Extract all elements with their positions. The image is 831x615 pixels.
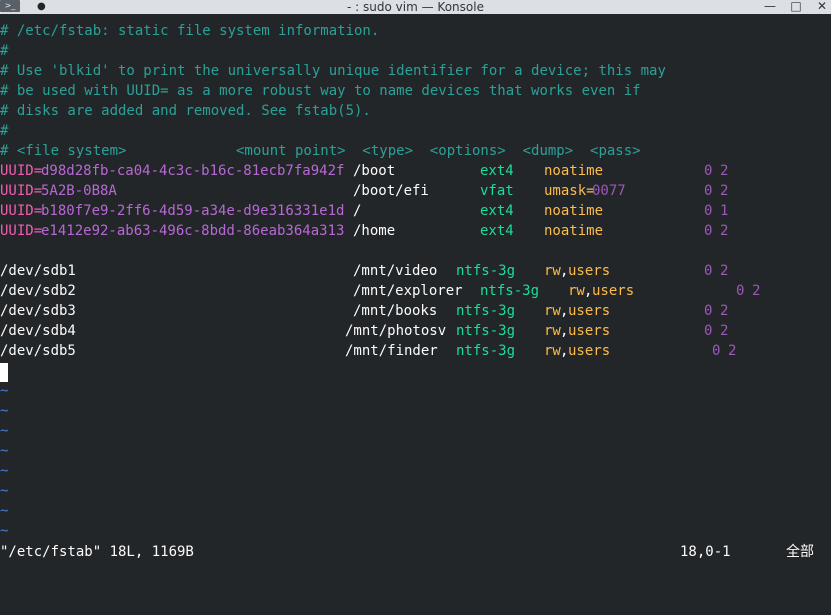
uuid-value: b180f7e9-2ff6-4d59-a34e-d9e316331e1d [41, 203, 345, 219]
mount-point: /mnt/books [353, 303, 438, 319]
dump-value: 0 [704, 263, 713, 279]
fstab-entry: UUID= d98d28fb-ca04-4c3c-b16c-81ecb7fa94… [0, 161, 831, 181]
mount-point: /boot/efi [353, 183, 429, 199]
title-bar[interactable]: >_ ● - : sudo vim — Konsole — □ ✕ [0, 0, 831, 14]
fstab-entry: /dev/sdb1 /mnt/video ntfs-3g rw , users … [0, 261, 831, 281]
dump-value: 0 [704, 183, 713, 199]
device-path: /dev/sdb4 [0, 323, 76, 339]
comment-line: # [0, 123, 9, 139]
mount-options: rw [544, 343, 561, 359]
close-button[interactable]: ✕ [812, 0, 831, 14]
mount-options: umask= [544, 183, 595, 199]
fs-type: ntfs-3g [480, 283, 540, 299]
fstab-entry: /dev/sdb3 /mnt/books ntfs-3g rw , users … [0, 301, 831, 321]
device-path: /dev/sdb2 [0, 283, 76, 299]
mount-options: rw [544, 303, 561, 319]
fstab-entry: UUID= e1412e92-ab63-496c-8bdd-86eab364a3… [0, 221, 831, 241]
uuid-key: UUID= [0, 203, 43, 219]
file-info: "/etc/fstab" 18L, 1169B [0, 544, 194, 560]
fs-type: vfat [480, 183, 514, 199]
fs-type: ext4 [480, 223, 514, 239]
vim-status-line: "/etc/fstab" 18L, 1169B 18,0-1 全部 [0, 543, 831, 563]
mount-options: noatime [544, 223, 604, 239]
fs-type: ntfs-3g [456, 263, 516, 279]
fs-type: ntfs-3g [456, 343, 516, 359]
pass-value: 2 [720, 303, 729, 319]
mount-options: users [568, 343, 611, 359]
pass-value: 2 [752, 283, 761, 299]
pass-value: 2 [720, 183, 729, 199]
dump-value: 0 [704, 163, 713, 179]
device-path: /dev/sdb5 [0, 343, 76, 359]
uuid-value: d98d28fb-ca04-4c3c-b16c-81ecb7fa942f [41, 163, 345, 179]
uuid-key: UUID= [0, 163, 43, 179]
text-cursor [0, 363, 8, 382]
empty-line-tilde: ~ [0, 463, 9, 479]
window-title: - : sudo vim — Konsole [347, 0, 484, 14]
dump-value: 0 [704, 323, 713, 339]
mount-point: /mnt/finder [345, 343, 438, 359]
dump-value: 0 [712, 343, 721, 359]
mount-options: rw [544, 263, 561, 279]
comment-line: # disks are added and removed. See fstab… [0, 103, 371, 119]
uuid-key: UUID= [0, 223, 43, 239]
empty-line-tilde: ~ [0, 443, 9, 459]
comment-line: # Use 'blkid' to print the universally u… [0, 63, 666, 79]
mount-options: rw [568, 283, 585, 299]
empty-line-tilde: ~ [0, 423, 9, 439]
comment-line: # <file system> <mount point> <type> <op… [0, 143, 641, 159]
pass-value: 2 [720, 163, 729, 179]
mount-options: noatime [544, 203, 604, 219]
pass-value: 2 [728, 343, 737, 359]
dump-value: 0 [704, 223, 713, 239]
mount-options: users [568, 303, 611, 319]
device-path: /dev/sdb3 [0, 303, 76, 319]
uuid-value: 5A2B-0B8A [41, 183, 117, 199]
fs-type: ext4 [480, 163, 514, 179]
fstab-entry: UUID= b180f7e9-2ff6-4d59-a34e-d9e316331e… [0, 201, 831, 221]
fs-type: ntfs-3g [456, 303, 516, 319]
pass-value: 2 [720, 323, 729, 339]
mount-options: rw [544, 323, 561, 339]
umask-value: 0077 [592, 183, 626, 199]
mount-options: noatime [544, 163, 604, 179]
scroll-indicator: 全部 [786, 544, 814, 560]
minimize-button[interactable]: — [760, 0, 780, 14]
cursor-position: 18,0-1 [680, 544, 731, 560]
empty-line-tilde: ~ [0, 383, 9, 399]
pass-value: 2 [720, 263, 729, 279]
comment-line: # /etc/fstab: static file system informa… [0, 23, 380, 39]
mount-point: /boot [353, 163, 396, 179]
mount-point: / [353, 203, 362, 219]
mount-options: users [568, 323, 611, 339]
mount-point: /mnt/explorer [353, 283, 463, 299]
pass-value: 2 [720, 223, 729, 239]
fstab-entry: UUID= 5A2B-0B8A /boot/efi vfat umask= 00… [0, 181, 831, 201]
uuid-key: UUID= [0, 183, 43, 199]
uuid-value: e1412e92-ab63-496c-8bdd-86eab364a313 [41, 223, 345, 239]
maximize-button[interactable]: □ [786, 0, 806, 14]
comment-line: # be used with UUID= as a more robust wa… [0, 83, 641, 99]
mount-point: /mnt/photosv [345, 323, 447, 339]
empty-line-tilde: ~ [0, 503, 9, 519]
mount-point: /home [353, 223, 396, 239]
empty-line-tilde: ~ [0, 523, 9, 539]
empty-line-tilde: ~ [0, 483, 9, 499]
fstab-entry: /dev/sdb4 /mnt/photosv ntfs-3g rw , user… [0, 321, 831, 341]
dump-value: 0 [736, 283, 745, 299]
mount-options: users [568, 263, 611, 279]
dump-value: 0 [704, 303, 713, 319]
fs-type: ntfs-3g [456, 323, 516, 339]
pass-value: 1 [720, 203, 729, 219]
terminal-area[interactable]: # /etc/fstab: static file system informa… [0, 21, 831, 562]
empty-line-tilde: ~ [0, 403, 9, 419]
mount-point: /mnt/video [353, 263, 438, 279]
comment-line: # [0, 43, 9, 59]
fs-type: ext4 [480, 203, 514, 219]
mount-options: users [592, 283, 635, 299]
fstab-entry: /dev/sdb2 /mnt/explorer ntfs-3g rw , use… [0, 281, 831, 301]
dump-value: 0 [704, 203, 713, 219]
fstab-entry: /dev/sdb5 /mnt/finder ntfs-3g rw , users… [0, 341, 831, 361]
device-path: /dev/sdb1 [0, 263, 76, 279]
